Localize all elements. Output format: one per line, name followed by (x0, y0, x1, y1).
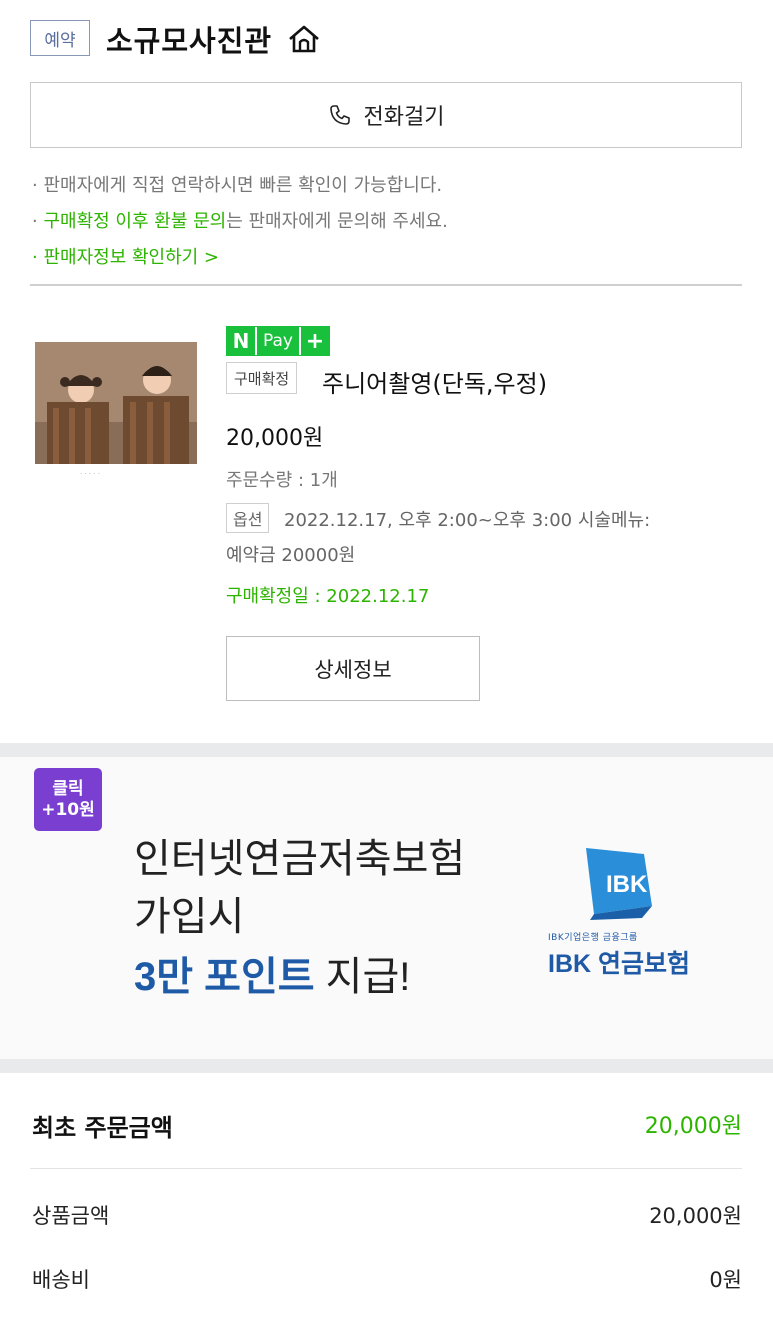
summary-row-label: 배송비 (32, 1268, 90, 1292)
summary-title: 최초 주문금액 (32, 1114, 173, 1142)
section-separator (0, 1059, 773, 1073)
product-thumbnail[interactable] (35, 342, 197, 464)
ad-headline-1: 인터넷연금저축보험 (134, 837, 466, 881)
ibk-logo-icon: IBK (572, 840, 658, 922)
click-reward-badge: 클릭 +10원 (34, 768, 102, 831)
home-icon[interactable] (287, 24, 321, 54)
summary-row-value: 20,000원 (649, 1204, 742, 1228)
order-quantity: 주문수량 : 1개 (226, 470, 338, 491)
divider (30, 1168, 742, 1169)
phone-icon (329, 105, 350, 125)
option-text-continued: 예약금 20000원 (226, 545, 356, 566)
confirm-date: 구매확정일 : 2022.12.17 (226, 586, 430, 607)
divider (30, 284, 742, 286)
product-name[interactable]: 주니어촬영(단독,우정) (322, 364, 547, 399)
status-badge: 구매확정 (226, 362, 298, 394)
ibk-group-label: IBK기업은행 금융그룹 (548, 933, 638, 943)
section-separator (0, 743, 773, 757)
summary-total: 20,000원 (644, 1114, 742, 1139)
detail-button[interactable]: 상세정보 (226, 636, 480, 701)
ad-headline-2: 가입시 (134, 895, 245, 939)
note-refund: · 구매확정 이후 환불 문의는 판매자에게 문의해 주세요. (32, 211, 448, 232)
seller-info-link[interactable]: 판매자정보 확인하기 > (43, 247, 219, 268)
note-contact: · 판매자에게 직접 연락하시면 빠른 확인이 가능합니다. (32, 175, 443, 196)
npay-plus-badge: N Pay + (226, 326, 330, 356)
svg-text:IBK: IBK (606, 871, 648, 898)
call-button-label: 전화걸기 (363, 105, 445, 130)
ibk-brand-name: IBK 연금보험 (548, 950, 691, 978)
seller-info-row[interactable]: · 판매자정보 확인하기 > (32, 243, 219, 269)
call-button[interactable]: 전화걸기 (30, 82, 742, 148)
refund-highlight: 구매확정 이후 환불 문의 (43, 211, 227, 232)
option-text: 2022.12.17, 오후 2:00~오후 3:00 시술메뉴: (284, 510, 651, 531)
thumbnail-caption: · · · · · (80, 470, 101, 478)
ad-headline-3: 3만 포인트 지급! (134, 955, 411, 999)
product-price: 20,000원 (226, 426, 324, 451)
shop-name[interactable]: 소규모사진관 (106, 18, 272, 60)
summary-row-label: 상품금액 (32, 1204, 110, 1228)
option-tag: 옵션 (226, 503, 270, 533)
reservation-badge: 예약 (30, 20, 90, 56)
summary-row-value: 0원 (709, 1268, 742, 1292)
